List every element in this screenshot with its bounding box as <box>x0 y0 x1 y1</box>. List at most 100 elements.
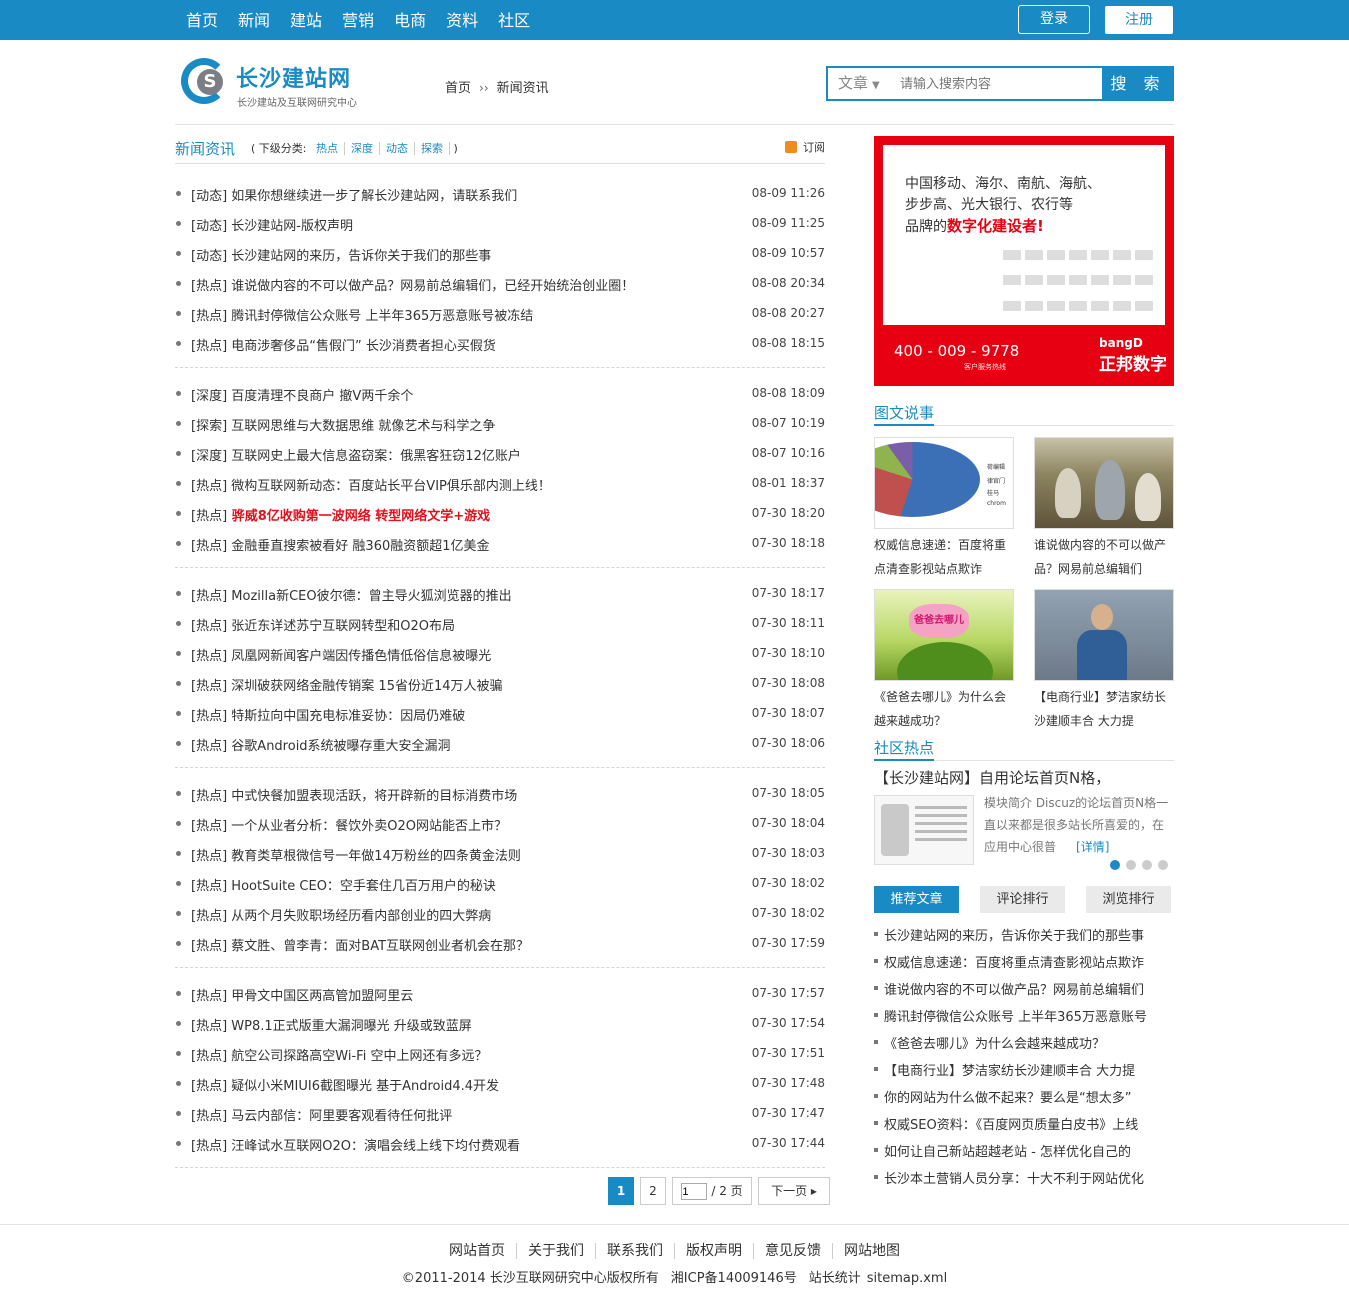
news-title[interactable]: 马云内部信：阿里要客观看待任何批评 <box>231 1109 452 1124</box>
community-more-link[interactable]: [详情] <box>1076 840 1109 854</box>
news-tag[interactable]: [探索] <box>191 419 227 434</box>
news-tag[interactable]: [热点] <box>191 709 227 724</box>
nav-item-home[interactable]: 首页 <box>176 0 228 40</box>
nav-item-resources[interactable]: 资料 <box>436 0 488 40</box>
news-tag[interactable]: [热点] <box>191 789 227 804</box>
picture-item[interactable]: 荷编辑 律官门 桂马 chrom 权威信息速递：百度将重点清查影视站点欺诈 <box>874 437 1014 581</box>
picture-item[interactable]: 【电商行业】梦洁家纺长沙建顺丰合 大力提 <box>1034 589 1174 733</box>
page-2-button[interactable]: 2 <box>640 1177 666 1205</box>
news-tag[interactable]: [热点] <box>191 1079 227 1094</box>
footer-link-feedback[interactable]: 意见反馈 <box>754 1243 833 1259</box>
news-tag[interactable]: [热点] <box>191 539 227 554</box>
register-button[interactable]: 注册 <box>1105 6 1173 34</box>
ranking-item[interactable]: 谁说做内容的不可以做产品？网易前总编辑们 <box>874 974 1174 1001</box>
news-row[interactable]: [热点] HootSuite CEO：空手套住几百万用户的秘诀 07-30 18:… <box>175 868 825 898</box>
news-row[interactable]: [热点] 甲骨文中国区两高管加盟阿里云 07-30 17:57 <box>175 978 825 1008</box>
icp-link[interactable]: 湘ICP备14009146号 <box>671 1271 797 1286</box>
news-tag[interactable]: [深度] <box>191 389 227 404</box>
subcat-depth[interactable]: 深度 <box>345 142 380 155</box>
breadcrumb-home[interactable]: 首页 <box>445 81 471 96</box>
news-title[interactable]: 航空公司探路高空Wi-Fi 空中上网还有多远？ <box>231 1049 487 1064</box>
news-title[interactable]: 互联网思维与大数据思维 就像艺术与科学之争 <box>231 419 495 434</box>
nav-item-build[interactable]: 建站 <box>280 0 332 40</box>
news-title[interactable]: 教育类草根微信号一年做14万粉丝的四条黄金法则 <box>231 849 521 864</box>
ranking-item[interactable]: 权威SEO资料：《百度网页质量白皮书》上线 <box>874 1109 1174 1136</box>
news-row[interactable]: [热点] 电商涉奢侈品“售假门” 长沙消费者担心买假货 08-08 18:15 <box>175 328 825 358</box>
search-input[interactable] <box>900 74 1090 94</box>
news-tag[interactable]: [热点] <box>191 619 227 634</box>
news-row[interactable]: [热点] 凤凰网新闻客户端因传播色情低俗信息被曝光 07-30 18:10 <box>175 638 825 668</box>
ranking-title[interactable]: 权威SEO资料：《百度网页质量白皮书》上线 <box>884 1114 1138 1133</box>
news-title[interactable]: 谷歌Android系统被曝存重大安全漏洞 <box>231 739 450 754</box>
ranking-title[interactable]: 长沙建站网的来历，告诉你关于我们的那些事 <box>884 925 1144 944</box>
news-row[interactable]: [热点] 疑似小米MIUI6截图曝光 基于Android4.4开发 07-30 1… <box>175 1068 825 1098</box>
ranking-item[interactable]: 你的网站为什么做不起来？要么是“想太多” <box>874 1082 1174 1109</box>
news-row[interactable]: [热点] 谁说做内容的不可以做产品？网易前总编辑们，已经开始统治创业圈！ 08-0… <box>175 268 825 298</box>
news-title[interactable]: 从两个月失败职场经历看内部创业的四大弊病 <box>231 909 491 924</box>
news-title[interactable]: 中式快餐加盟表现活跃，将开辟新的目标消费市场 <box>231 789 517 804</box>
news-tag[interactable]: [热点] <box>191 909 227 924</box>
ranking-title[interactable]: 《爸爸去哪儿》为什么会越来越成功？ <box>884 1033 1105 1052</box>
news-row[interactable]: [探索] 互联网思维与大数据思维 就像艺术与科学之争 08-07 10:19 <box>175 408 825 438</box>
tab-views[interactable]: 浏览排行 <box>1086 886 1171 913</box>
news-row[interactable]: [热点] 教育类草根微信号一年做14万粉丝的四条黄金法则 07-30 18:03 <box>175 838 825 868</box>
nav-item-community[interactable]: 社区 <box>488 0 540 40</box>
news-row[interactable]: [深度] 互联网史上最大信息盗窃案：俄黑客狂窃12亿账户 08-07 10:16 <box>175 438 825 468</box>
news-tag[interactable]: [热点] <box>191 649 227 664</box>
news-row[interactable]: [动态] 长沙建站网的来历，告诉你关于我们的那些事 08-09 10:57 <box>175 238 825 268</box>
subcat-news[interactable]: 动态 <box>380 142 415 155</box>
news-row[interactable]: [热点] 特斯拉向中国充电标准妥协：因局仍难破 07-30 18:07 <box>175 698 825 728</box>
news-tag[interactable]: [热点] <box>191 309 227 324</box>
nav-item-ecommerce[interactable]: 电商 <box>384 0 436 40</box>
news-title[interactable]: 腾讯封停微信公众账号 上半年365万恶意账号被冻结 <box>231 309 533 324</box>
picture-caption[interactable]: 谁说做内容的不可以做产品？网易前总编辑们 <box>1034 533 1174 581</box>
subcat-explore[interactable]: 探索 <box>415 142 450 155</box>
news-title[interactable]: HootSuite CEO：空手套住几百万用户的秘诀 <box>231 879 496 894</box>
ranking-item[interactable]: 【电商行业】梦洁家纺长沙建顺丰合 大力提 <box>874 1055 1174 1082</box>
picture-caption[interactable]: 【电商行业】梦洁家纺长沙建顺丰合 大力提 <box>1034 685 1174 733</box>
news-title[interactable]: 谁说做内容的不可以做产品？网易前总编辑们，已经开始统治创业圈！ <box>231 279 634 294</box>
news-row[interactable]: [热点] 马云内部信：阿里要客观看待任何批评 07-30 17:47 <box>175 1098 825 1128</box>
news-tag[interactable]: [热点] <box>191 849 227 864</box>
search-button[interactable]: 搜 索 <box>1102 66 1174 101</box>
news-tag[interactable]: [热点] <box>191 279 227 294</box>
news-row[interactable]: [动态] 长沙建站网-版权声明 08-09 11:25 <box>175 208 825 238</box>
ranking-item[interactable]: 长沙本土营销人员分享：十大不利于网站优化 <box>874 1163 1174 1190</box>
sitemap-link[interactable]: sitemap.xml <box>867 1271 947 1286</box>
news-row[interactable]: [深度] 百度清理不良商户 撤V两千余个 08-08 18:09 <box>175 378 825 408</box>
news-tag[interactable]: [热点] <box>191 939 227 954</box>
ranking-item[interactable]: 《爸爸去哪儿》为什么会越来越成功？ <box>874 1028 1174 1055</box>
news-tag[interactable]: [热点] <box>191 1049 227 1064</box>
community-title[interactable]: 社区热点 <box>874 737 935 761</box>
community-headline[interactable]: 【长沙建站网】自用论坛首页N格， <box>874 767 1110 788</box>
ranking-title[interactable]: 【电商行业】梦洁家纺长沙建顺丰合 大力提 <box>884 1060 1135 1079</box>
next-page-button[interactable]: 下一页 ▸ <box>758 1177 830 1205</box>
news-row[interactable]: [热点] WP8.1正式版重大漏洞曝光 升级或致蓝屏 07-30 17:54 <box>175 1008 825 1038</box>
news-title[interactable]: 如果你想继续进一步了解长沙建站网，请联系我们 <box>231 189 517 204</box>
nav-item-marketing[interactable]: 营销 <box>332 0 384 40</box>
footer-link-home[interactable]: 网站首页 <box>438 1243 517 1259</box>
news-row[interactable]: [热点] 蔡文胜、曾李青：面对BAT互联网创业者机会在那？ 07-30 17:59 <box>175 928 825 958</box>
news-title[interactable]: 微构互联网新动态：百度站长平台VIP俱乐部内测上线！ <box>231 479 551 494</box>
nav-item-news[interactable]: 新闻 <box>228 0 280 40</box>
news-tag[interactable]: [动态] <box>191 219 227 234</box>
news-tag[interactable]: [深度] <box>191 449 227 464</box>
news-row[interactable]: [热点] 深圳破获网络金融传销案 15省份近14万人被骗 07-30 18:08 <box>175 668 825 698</box>
news-row[interactable]: [热点] 谷歌Android系统被曝存重大安全漏洞 07-30 18:06 <box>175 728 825 758</box>
news-title[interactable]: 百度清理不良商户 撤V两千余个 <box>231 389 413 404</box>
ranking-title[interactable]: 你的网站为什么做不起来？要么是“想太多” <box>884 1087 1131 1106</box>
news-title[interactable]: 深圳破获网络金融传销案 15省份近14万人被骗 <box>231 679 502 694</box>
news-tag[interactable]: [热点] <box>191 879 227 894</box>
footer-link-contact[interactable]: 联系我们 <box>596 1243 675 1259</box>
ranking-item[interactable]: 长沙建站网的来历，告诉你关于我们的那些事 <box>874 920 1174 947</box>
tab-recommended[interactable]: 推荐文章 <box>874 886 959 913</box>
footer-link-about[interactable]: 关于我们 <box>517 1243 596 1259</box>
news-row[interactable]: [热点] 骅威8亿收购第一波网络 转型网络文学+游戏 07-30 18:20 <box>175 498 825 528</box>
carousel-dot-3[interactable] <box>1142 860 1152 870</box>
carousel-dot-1[interactable] <box>1110 860 1120 870</box>
footer-link-sitemap[interactable]: 网站地图 <box>833 1243 911 1259</box>
news-tag[interactable]: [热点] <box>191 1019 227 1034</box>
news-title[interactable]: 一个从业者分析：餐饮外卖O2O网站能否上市？ <box>231 819 507 834</box>
news-title[interactable]: 金融垂直搜索被看好 融360融资额超1亿美金 <box>231 539 489 554</box>
news-row[interactable]: [热点] 微构互联网新动态：百度站长平台VIP俱乐部内测上线！ 08-01 18:… <box>175 468 825 498</box>
